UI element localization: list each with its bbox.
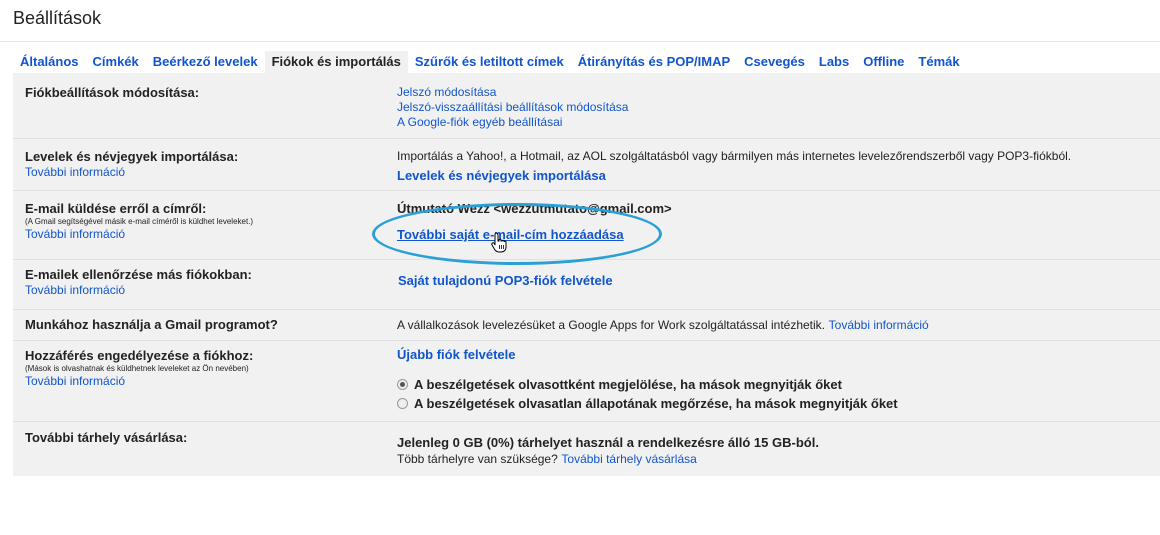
row-label: E-mailek ellenőrzése más fiókokban: [25,267,252,282]
learn-more-link[interactable]: További információ [25,227,385,242]
import-description: Importálás a Yahoo!, a Hotmail, az AOL s… [397,149,1072,163]
buy-storage-link[interactable]: További tárhely vásárlása [561,452,696,466]
add-another-account-link[interactable]: Újabb fiók felvétele [397,347,1157,363]
change-password-link[interactable]: Jelszó módosítása [397,85,1157,100]
keep-unread-option[interactable]: A beszélgetések olvasatlan állapotának m… [397,396,1157,412]
row-storage: További tárhely vásárlása: Jelenleg 0 GB… [13,421,1160,476]
row-check-mail: E-mailek ellenőrzése más fiókokban: Tová… [13,259,1160,309]
send-as-note: (A Gmail segítségével másik e-mail címér… [25,217,254,226]
hand-pointer-icon [491,232,507,253]
tab-general[interactable]: Általános [13,51,86,73]
add-pop3-account-link[interactable]: Saját tulajdonú POP3-fiók felvétele [398,273,1158,289]
row-account-settings: Fiókbeállítások módosítása: Jelszó módos… [13,73,1160,138]
google-account-settings-link[interactable]: A Google-fiók egyéb beállításai [397,115,1157,130]
settings-tabs: Általános Címkék Beérkező levelek Fiókok… [13,51,967,73]
learn-more-link[interactable]: További információ [25,283,385,298]
tab-offline[interactable]: Offline [856,51,911,73]
learn-more-link[interactable]: További információ [25,165,385,180]
row-send-as: E-mail küldése erről a címről: (A Gmail … [13,190,1160,259]
radio-unselected-icon[interactable] [397,398,408,409]
row-grant-access: Hozzáférés engedélyezése a fiókhoz: (Más… [13,340,1160,421]
password-recovery-link[interactable]: Jelszó-visszaállítási beállítások módosí… [397,100,1157,115]
tab-accounts-import[interactable]: Fiókok és importálás [264,51,408,73]
row-label: E-mail küldése erről a címről: [25,201,207,216]
option-label: A beszélgetések olvasottként megjelölése… [414,377,842,392]
tab-inbox[interactable]: Beérkező levelek [146,51,265,73]
tab-chat[interactable]: Csevegés [737,51,812,73]
send-as-address: Útmutató Wezz <wezzutmutato@gmail.com> [397,201,672,216]
import-mail-contacts-link[interactable]: Levelek és névjegyek importálása [397,168,1157,184]
row-import: Levelek és névjegyek importálása: Tovább… [13,138,1160,190]
tab-forwarding[interactable]: Átirányítás és POP/IMAP [571,51,737,73]
title-divider [0,41,1160,42]
grant-access-note: (Mások is olvashatnak és küldhetnek leve… [25,364,249,373]
row-label: További tárhely vásárlása: [25,430,188,445]
page-title: Beállítások [13,8,102,28]
tab-filters[interactable]: Szűrők és letiltott címek [408,51,571,73]
row-label: Fiókbeállítások módosítása: [25,85,200,100]
mark-read-option[interactable]: A beszélgetések olvasottként megjelölése… [397,377,1157,393]
learn-more-link[interactable]: További információ [25,374,385,389]
row-work: Munkához használja a Gmail programot? A … [13,309,1160,340]
storage-question: Több tárhelyre van szüksége? [397,452,558,466]
learn-more-link[interactable]: További információ [829,318,929,332]
row-label: Hozzáférés engedélyezése a fiókhoz: [25,348,254,363]
row-label: Munkához használja a Gmail programot? [25,317,278,332]
add-email-address-link[interactable]: További saját e-mail-cím hozzáadása [397,227,1157,243]
radio-selected-icon[interactable] [397,379,408,390]
tab-themes[interactable]: Témák [911,51,966,73]
tab-labs[interactable]: Labs [812,51,856,73]
row-label: Levelek és névjegyek importálása: [25,149,239,164]
work-description: A vállalkozások levelezésüket a Google A… [397,318,826,332]
settings-panel: Fiókbeállítások módosítása: Jelszó módos… [13,73,1160,476]
tab-labels[interactable]: Címkék [86,51,146,73]
storage-usage: Jelenleg 0 GB (0%) tárhelyet használ a r… [397,435,819,450]
option-label: A beszélgetések olvasatlan állapotának m… [414,396,898,411]
